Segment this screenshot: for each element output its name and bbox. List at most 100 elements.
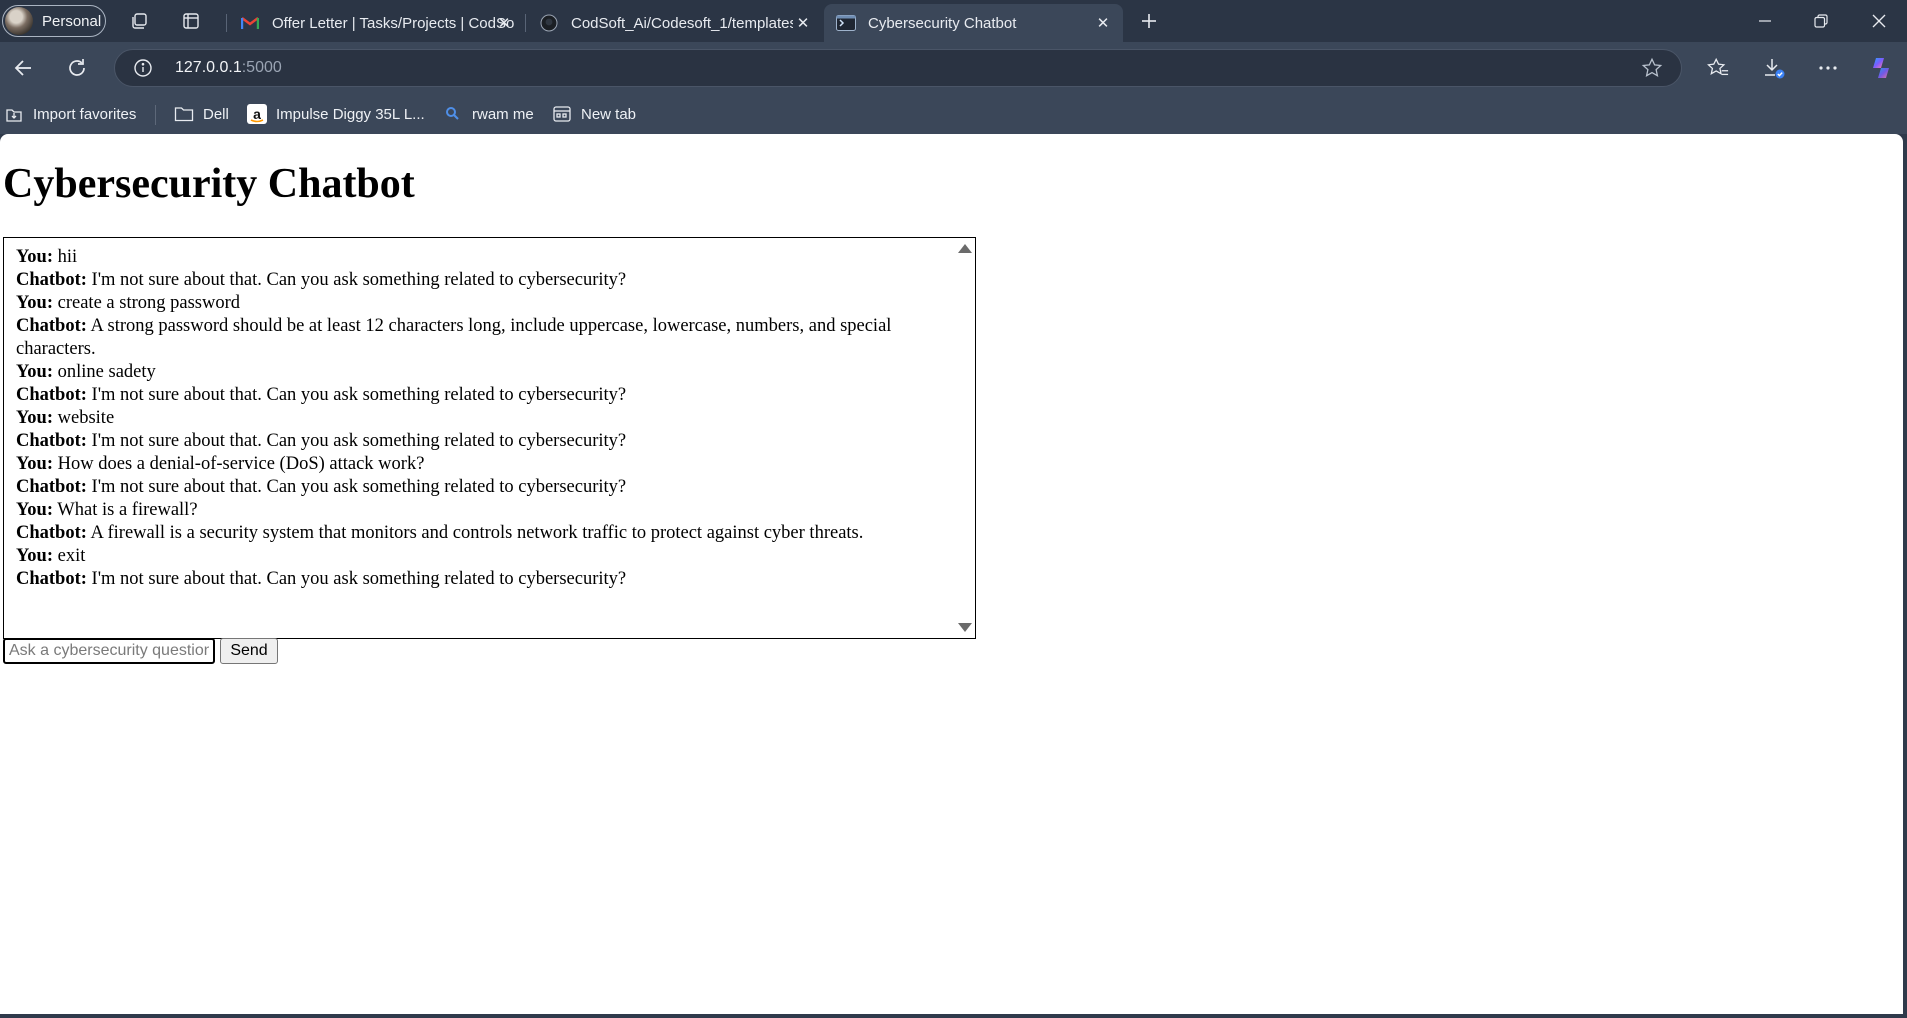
favorite-label: Import favorites [33,105,137,123]
favorites-bar: Import favorites Dell a Impulse Diggy 35… [0,94,1907,134]
favorite-rwam-me[interactable]: rwam me [443,102,534,126]
message-speaker: Chatbot: [16,316,87,336]
back-icon[interactable] [6,52,40,84]
page-title: Cybersecurity Chatbot [3,161,415,207]
message-text: I'm not sure about that. Can you ask som… [86,385,627,405]
message-text: website [53,408,115,428]
favorite-dell[interactable]: Dell [174,102,229,126]
vertical-tabs-icon[interactable] [176,7,206,35]
scroll-down-arrow-icon[interactable] [958,623,972,632]
chat-message: You: How does a denial-of-service (DoS) … [16,453,939,476]
profile-button[interactable]: Personal [2,5,106,37]
favorite-import[interactable]: Import favorites [4,102,136,126]
terminal-page-icon [836,13,856,33]
url-text: 127.0.0.1:5000 [175,59,282,77]
message-speaker: You: [16,454,54,474]
favorite-label: rwam me [472,105,534,123]
chat-message: Chatbot: I'm not sure about that. Can yo… [16,476,939,499]
message-text: A firewall is a security system that mon… [86,523,864,543]
message-text: A strong password should be at least 12 … [16,316,892,359]
message-text: I'm not sure about that. Can you ask som… [86,270,627,290]
refresh-icon[interactable] [60,52,94,84]
message-text: What is a firewall? [53,500,198,520]
message-speaker: You: [16,500,54,520]
new-tab-button[interactable] [1133,7,1165,35]
message-speaker: You: [16,362,54,382]
send-button[interactable]: Send [220,638,278,664]
favorite-label: New tab [581,105,637,123]
tab-label: Cybersecurity Chatbot [868,14,1017,32]
message-text: I'm not sure about that. Can you ask som… [86,569,627,589]
minimize-icon[interactable] [1737,0,1793,42]
workspaces-icon[interactable] [124,7,154,35]
more-options-icon[interactable] [1811,52,1845,84]
chat-message: You: exit [16,545,939,568]
downloads-icon[interactable] [1757,52,1791,84]
import-icon [4,104,24,124]
amazon-icon: a [247,104,267,124]
favorite-amazon[interactable]: a Impulse Diggy 35L L... [247,102,425,126]
gmail-icon [240,13,260,33]
copilot-icon[interactable] [1864,52,1898,84]
message-speaker: You: [16,247,54,267]
chat-message: You: website [16,407,939,430]
favorite-star-icon[interactable] [1641,57,1663,79]
chat-message: Chatbot: I'm not sure about that. Can yo… [16,568,939,591]
scroll-up-arrow-icon[interactable] [958,244,972,253]
message-text: create a strong password [53,293,241,313]
favorite-label: Impulse Diggy 35L L... [276,105,425,123]
search-icon [443,104,463,124]
github-icon [539,13,559,33]
close-window-icon[interactable] [1851,0,1907,42]
message-text: exit [53,546,86,566]
message-speaker: You: [16,546,54,566]
message-speaker: Chatbot: [16,477,87,497]
url-port: :5000 [241,59,282,76]
chat-message: Chatbot: I'm not sure about that. Can yo… [16,430,939,453]
restore-icon[interactable] [1793,0,1849,42]
message-speaker: Chatbot: [16,431,87,451]
tab-label: CodSoft_Ai/Codesoft_1/templates [571,14,793,32]
message-speaker: Chatbot: [16,523,87,543]
chat-message: You: online sadety [16,361,939,384]
tab-cybersecurity-chatbot[interactable]: Cybersecurity Chatbot ✕ [824,4,1123,42]
tab-offer-letter[interactable]: Offer Letter | Tasks/Projects | CodSoft … [228,4,524,42]
tab-label: Offer Letter | Tasks/Projects | CodSoft [272,14,514,32]
message-text: online sadety [53,362,156,382]
chat-message: Chatbot: I'm not sure about that. Can yo… [16,384,939,407]
message-speaker: You: [16,408,54,428]
chat-log[interactable]: You: hii Chatbot: I'm not sure about that… [3,237,976,639]
svg-text:a: a [253,106,261,122]
question-input[interactable] [3,638,215,664]
message-speaker: Chatbot: [16,385,87,405]
message-speaker: Chatbot: [16,270,87,290]
chat-message: Chatbot: A strong password should be at … [16,315,939,361]
url-host: 127.0.0.1 [175,59,242,76]
message-text: I'm not sure about that. Can you ask som… [86,477,627,497]
close-icon[interactable]: ✕ [793,13,813,33]
browser-tab-strip: Personal Offer Letter | Tasks/Projects |… [0,0,1907,42]
message-text: I'm not sure about that. Can you ask som… [86,431,627,451]
chat-message: You: create a strong password [16,292,939,315]
avatar [5,7,33,35]
profile-label: Personal [42,12,102,30]
favorites-icon[interactable] [1701,52,1735,84]
favorite-new-tab[interactable]: New tab [552,102,636,126]
message-text: hii [53,247,78,267]
chat-message: Chatbot: A firewall is a security system… [16,522,939,545]
close-icon[interactable]: ✕ [494,13,514,33]
tab-github[interactable]: CodSoft_Ai/Codesoft_1/templates ✕ [527,4,823,42]
navigation-bar: 127.0.0.1:5000 [0,42,1907,94]
favorite-label: Dell [203,105,229,123]
message-speaker: You: [16,293,54,313]
message-speaker: Chatbot: [16,569,87,589]
chat-message: You: hii [16,246,939,269]
new-tab-icon [552,104,572,124]
address-bar[interactable]: 127.0.0.1:5000 [114,49,1682,87]
folder-icon [174,104,194,124]
close-icon[interactable]: ✕ [1093,13,1113,33]
site-info-icon[interactable] [133,58,153,78]
chat-message: You: What is a firewall? [16,499,939,522]
page-viewport: Cybersecurity Chatbot You: hii Chatbot: I… [0,134,1903,1014]
message-text: How does a denial-of-service (DoS) attac… [53,454,425,474]
